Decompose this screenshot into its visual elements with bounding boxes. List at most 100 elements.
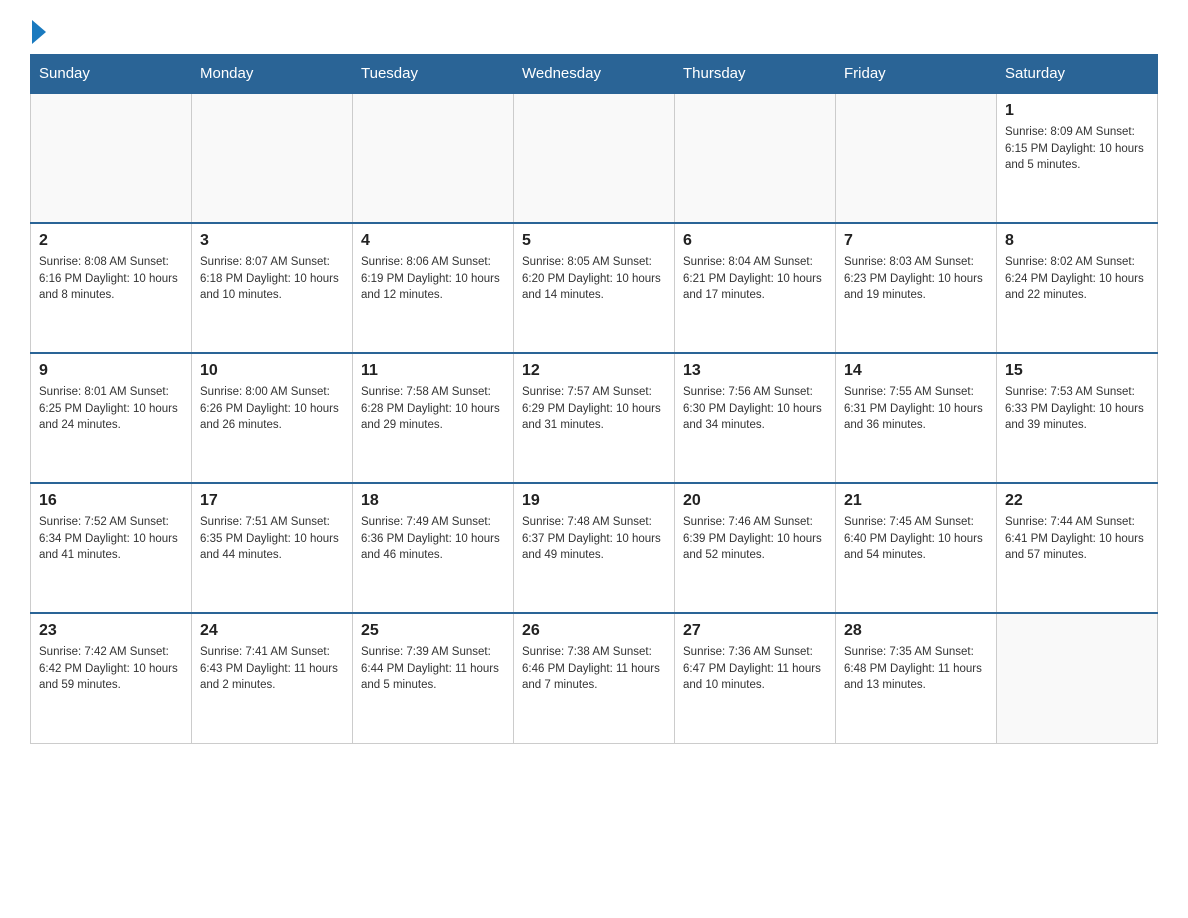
day-number: 14 [844, 362, 988, 380]
day-number: 10 [200, 362, 344, 380]
weekday-header-sunday: Sunday [31, 55, 192, 94]
calendar-cell: 3Sunrise: 8:07 AM Sunset: 6:18 PM Daylig… [192, 223, 353, 353]
calendar-cell: 11 Sunrise: 7:58 AM Sunset: 6:28 PM Dayli… [353, 353, 514, 483]
day-info: Sunrise: 8:06 AM Sunset: 6:19 PM Dayligh… [361, 254, 505, 304]
day-info: Sunrise: 7:49 AM Sunset: 6:36 PM Dayligh… [361, 514, 505, 564]
calendar-cell: 25 Sunrise: 7:39 AM Sunset: 6:44 PM Dayli… [353, 613, 514, 743]
calendar-cell: 7 Sunrise: 8:03 AM Sunset: 6:23 PM Daylig… [836, 223, 997, 353]
day-info: Sunrise: 7:51 AM Sunset: 6:35 PM Dayligh… [200, 514, 344, 564]
day-number: 7 [844, 232, 988, 250]
day-number: 25 [361, 622, 505, 640]
day-info: Sunrise: 7:44 AM Sunset: 6:41 PM Dayligh… [1005, 514, 1149, 564]
weekday-header-wednesday: Wednesday [514, 55, 675, 94]
page-header [30, 20, 1158, 44]
logo [30, 20, 48, 44]
calendar-cell: 26 Sunrise: 7:38 AM Sunset: 6:46 PM Dayli… [514, 613, 675, 743]
calendar-cell [675, 93, 836, 223]
day-info: Sunrise: 7:52 AM Sunset: 6:34 PM Dayligh… [39, 514, 183, 564]
day-number: 20 [683, 492, 827, 510]
logo-arrow-icon [32, 20, 46, 44]
day-number: 9 [39, 362, 183, 380]
calendar-cell: 20 Sunrise: 7:46 AM Sunset: 6:39 PM Dayli… [675, 483, 836, 613]
calendar-cell: 4 Sunrise: 8:06 AM Sunset: 6:19 PM Daylig… [353, 223, 514, 353]
day-info: Sunrise: 7:56 AM Sunset: 6:30 PM Dayligh… [683, 384, 827, 434]
day-number: 19 [522, 492, 666, 510]
calendar-cell: 22 Sunrise: 7:44 AM Sunset: 6:41 PM Dayli… [997, 483, 1158, 613]
weekday-header-thursday: Thursday [675, 55, 836, 94]
day-number: 1 [1005, 102, 1149, 120]
day-info: Sunrise: 8:05 AM Sunset: 6:20 PM Dayligh… [522, 254, 666, 304]
weekday-header-monday: Monday [192, 55, 353, 94]
day-info: Sunrise: 7:41 AM Sunset: 6:43 PM Dayligh… [200, 644, 344, 694]
calendar-cell: 24Sunrise: 7:41 AM Sunset: 6:43 PM Dayli… [192, 613, 353, 743]
day-number: 16 [39, 492, 183, 510]
weekday-header-friday: Friday [836, 55, 997, 94]
day-number: 23 [39, 622, 183, 640]
calendar-cell: 10 Sunrise: 8:00 AM Sunset: 6:26 PM Dayli… [192, 353, 353, 483]
calendar-cell: 8 Sunrise: 8:02 AM Sunset: 6:24 PM Daylig… [997, 223, 1158, 353]
calendar-cell: 12 Sunrise: 7:57 AM Sunset: 6:29 PM Dayli… [514, 353, 675, 483]
calendar-cell: 19 Sunrise: 7:48 AM Sunset: 6:37 PM Dayli… [514, 483, 675, 613]
day-info: Sunrise: 7:53 AM Sunset: 6:33 PM Dayligh… [1005, 384, 1149, 434]
day-info: Sunrise: 8:01 AM Sunset: 6:25 PM Dayligh… [39, 384, 183, 434]
day-info: Sunrise: 7:46 AM Sunset: 6:39 PM Dayligh… [683, 514, 827, 564]
calendar-cell: 5 Sunrise: 8:05 AM Sunset: 6:20 PM Daylig… [514, 223, 675, 353]
calendar-week-1: 1Sunrise: 8:09 AM Sunset: 6:15 PM Daylig… [31, 93, 1158, 223]
calendar-week-5: 23 Sunrise: 7:42 AM Sunset: 6:42 PM Dayli… [31, 613, 1158, 743]
day-number: 13 [683, 362, 827, 380]
calendar-week-3: 9 Sunrise: 8:01 AM Sunset: 6:25 PM Daylig… [31, 353, 1158, 483]
day-number: 15 [1005, 362, 1149, 380]
calendar-cell: 27Sunrise: 7:36 AM Sunset: 6:47 PM Dayli… [675, 613, 836, 743]
day-number: 4 [361, 232, 505, 250]
day-number: 2 [39, 232, 183, 250]
day-info: Sunrise: 7:35 AM Sunset: 6:48 PM Dayligh… [844, 644, 988, 694]
calendar-cell [997, 613, 1158, 743]
calendar-header: SundayMondayTuesdayWednesdayThursdayFrid… [31, 55, 1158, 94]
day-number: 22 [1005, 492, 1149, 510]
calendar-cell: 28 Sunrise: 7:35 AM Sunset: 6:48 PM Dayli… [836, 613, 997, 743]
day-info: Sunrise: 7:58 AM Sunset: 6:28 PM Dayligh… [361, 384, 505, 434]
calendar-cell [353, 93, 514, 223]
weekday-header-row: SundayMondayTuesdayWednesdayThursdayFrid… [31, 55, 1158, 94]
weekday-header-saturday: Saturday [997, 55, 1158, 94]
calendar-cell: 13 Sunrise: 7:56 AM Sunset: 6:30 PM Dayli… [675, 353, 836, 483]
day-info: Sunrise: 7:39 AM Sunset: 6:44 PM Dayligh… [361, 644, 505, 694]
day-info: Sunrise: 7:48 AM Sunset: 6:37 PM Dayligh… [522, 514, 666, 564]
day-info: Sunrise: 7:45 AM Sunset: 6:40 PM Dayligh… [844, 514, 988, 564]
calendar-cell [31, 93, 192, 223]
day-info: Sunrise: 8:00 AM Sunset: 6:26 PM Dayligh… [200, 384, 344, 434]
day-info: Sunrise: 8:03 AM Sunset: 6:23 PM Dayligh… [844, 254, 988, 304]
day-number: 3 [200, 232, 344, 250]
calendar-cell: 14Sunrise: 7:55 AM Sunset: 6:31 PM Dayli… [836, 353, 997, 483]
calendar-week-4: 16 Sunrise: 7:52 AM Sunset: 6:34 PM Dayli… [31, 483, 1158, 613]
day-number: 27 [683, 622, 827, 640]
day-number: 21 [844, 492, 988, 510]
day-number: 5 [522, 232, 666, 250]
calendar-cell: 9 Sunrise: 8:01 AM Sunset: 6:25 PM Daylig… [31, 353, 192, 483]
day-number: 6 [683, 232, 827, 250]
day-number: 18 [361, 492, 505, 510]
calendar-cell: 6 Sunrise: 8:04 AM Sunset: 6:21 PM Daylig… [675, 223, 836, 353]
calendar-cell: 15 Sunrise: 7:53 AM Sunset: 6:33 PM Dayli… [997, 353, 1158, 483]
day-info: Sunrise: 7:42 AM Sunset: 6:42 PM Dayligh… [39, 644, 183, 694]
day-info: Sunrise: 8:04 AM Sunset: 6:21 PM Dayligh… [683, 254, 827, 304]
day-number: 11 [361, 362, 505, 380]
calendar-cell: 1Sunrise: 8:09 AM Sunset: 6:15 PM Daylig… [997, 93, 1158, 223]
day-number: 8 [1005, 232, 1149, 250]
day-info: Sunrise: 7:38 AM Sunset: 6:46 PM Dayligh… [522, 644, 666, 694]
calendar-cell: 23 Sunrise: 7:42 AM Sunset: 6:42 PM Dayli… [31, 613, 192, 743]
calendar-cell [836, 93, 997, 223]
day-number: 17 [200, 492, 344, 510]
day-info: Sunrise: 8:08 AM Sunset: 6:16 PM Dayligh… [39, 254, 183, 304]
calendar-table: SundayMondayTuesdayWednesdayThursdayFrid… [30, 54, 1158, 744]
day-number: 12 [522, 362, 666, 380]
calendar-body: 1Sunrise: 8:09 AM Sunset: 6:15 PM Daylig… [31, 93, 1158, 743]
calendar-week-2: 2 Sunrise: 8:08 AM Sunset: 6:16 PM Daylig… [31, 223, 1158, 353]
day-number: 28 [844, 622, 988, 640]
weekday-header-tuesday: Tuesday [353, 55, 514, 94]
day-number: 26 [522, 622, 666, 640]
day-info: Sunrise: 7:57 AM Sunset: 6:29 PM Dayligh… [522, 384, 666, 434]
calendar-cell: 21 Sunrise: 7:45 AM Sunset: 6:40 PM Dayli… [836, 483, 997, 613]
calendar-cell [192, 93, 353, 223]
day-info: Sunrise: 8:02 AM Sunset: 6:24 PM Dayligh… [1005, 254, 1149, 304]
